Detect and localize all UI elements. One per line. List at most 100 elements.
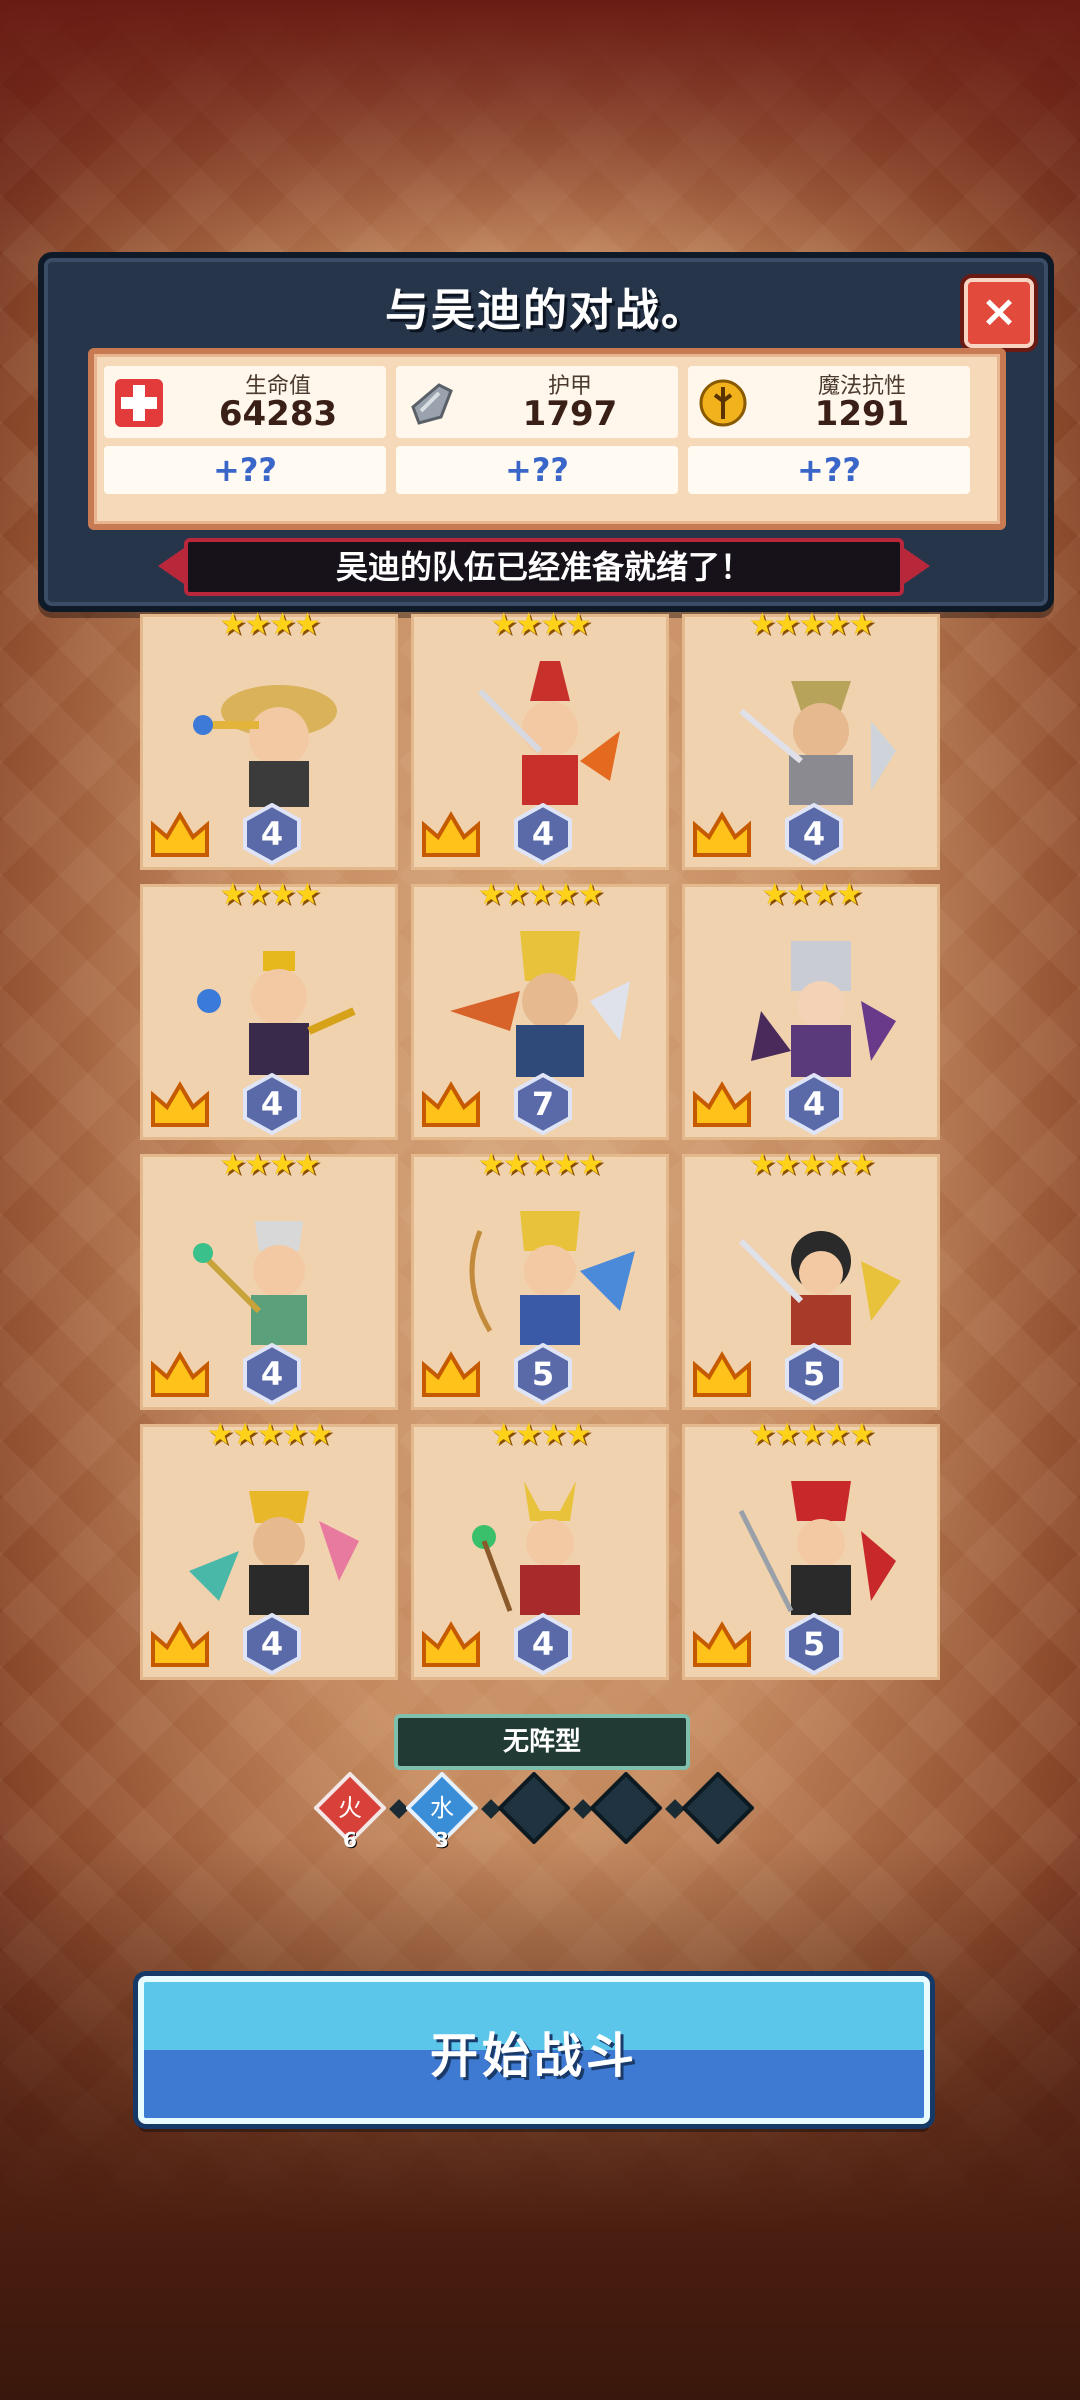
level-badge: 4	[241, 1612, 303, 1676]
star-rating: ★★★★	[219, 607, 321, 642]
level-badge: 4	[783, 802, 845, 866]
crown-icon	[422, 1351, 480, 1397]
crown-icon	[693, 1081, 751, 1127]
hero-portrait-icon	[472, 1481, 580, 1615]
crown-icon	[151, 1081, 209, 1127]
start-battle-button[interactable]: 开始战斗	[138, 1976, 930, 2124]
hero-portrait-icon	[751, 941, 896, 1077]
team-ready-banner: 吴迪的队伍已经准备就绪了！	[184, 538, 904, 596]
level-number: 4	[531, 815, 555, 853]
level-badge: 5	[783, 1342, 845, 1406]
level-badge: 4	[512, 802, 574, 866]
close-button[interactable]: ×	[964, 278, 1034, 348]
level-number: 7	[531, 1085, 555, 1123]
stat-bonus-armor: +??	[396, 446, 678, 494]
gem-glyph: 水	[430, 1794, 454, 1822]
crown-icon	[422, 811, 480, 857]
empty-gem-icon	[590, 1772, 662, 1844]
level-number: 5	[531, 1355, 555, 1393]
level-number: 4	[260, 1625, 284, 1663]
enemy-hero-grid: ★★★★ 4 ★★★★ 4 ★★★★★ 4 ★★★★ 4 ★★★★★ 7 ★★★…	[140, 607, 940, 1680]
gem-count: 6	[343, 1828, 357, 1852]
crown-icon	[693, 1621, 751, 1667]
hero-portrait-icon	[193, 1221, 307, 1345]
hero-card[interactable]: ★★★★★ 5	[411, 1147, 669, 1410]
hero-portrait-icon	[193, 685, 337, 807]
level-number: 4	[531, 1625, 555, 1663]
formation-label[interactable]: 无阵型	[394, 1714, 690, 1770]
hero-portrait-icon	[738, 1231, 901, 1345]
empty-gem-icon	[682, 1772, 754, 1844]
level-badge: 4	[783, 1072, 845, 1136]
star-rating: ★★★★	[219, 877, 321, 912]
level-badge: 4	[241, 1072, 303, 1136]
enemy-stats-box: 生命值 64283 护甲 1797 魔法抗性 1291 +?? +?? +??	[88, 348, 1006, 530]
star-rating: ★★★★	[219, 1147, 321, 1182]
star-rating: ★★★★★	[477, 1147, 604, 1182]
level-badge: 4	[241, 802, 303, 866]
level-number: 4	[260, 1085, 284, 1123]
level-number: 4	[260, 1355, 284, 1393]
hero-portrait-icon	[739, 681, 896, 805]
stat-value: 64283	[218, 394, 338, 434]
crown-icon	[151, 1351, 209, 1397]
level-badge: 5	[512, 1342, 574, 1406]
hero-card[interactable]: ★★★★★ 4	[682, 607, 940, 870]
hero-card[interactable]: ★★★★★ 4	[140, 1417, 398, 1680]
crown-icon	[151, 1621, 209, 1667]
stat-magic-resist: 魔法抗性 1291	[688, 366, 970, 438]
hero-portrait-icon	[197, 951, 356, 1075]
battle-title: 与吴迪的对战。	[385, 285, 707, 336]
level-number: 4	[260, 815, 284, 853]
star-rating: ★★★★★	[206, 1417, 333, 1452]
hero-card[interactable]: ★★★★ 4	[140, 607, 398, 870]
background-rocks-top	[0, 0, 1080, 260]
level-badge: 5	[783, 1612, 845, 1676]
hero-card[interactable]: ★★★★★ 7	[411, 877, 669, 1140]
level-badge: 4	[241, 1342, 303, 1406]
hero-portrait-icon	[450, 931, 630, 1077]
gem-glyph: 火	[338, 1794, 362, 1822]
stat-armor: 护甲 1797	[396, 366, 678, 438]
hero-card[interactable]: ★★★★★ 5	[682, 1147, 940, 1410]
star-rating: ★★★★	[490, 607, 592, 642]
star-rating: ★★★★★	[748, 1417, 875, 1452]
empty-gem-icon	[498, 1772, 570, 1844]
hero-portrait-icon	[738, 1481, 896, 1615]
hero-card[interactable]: ★★★★★ 5	[682, 1417, 940, 1680]
stat-health: 生命值 64283	[104, 366, 386, 438]
star-rating: ★★★★	[761, 877, 863, 912]
crown-icon	[693, 1351, 751, 1397]
hero-portrait-icon	[189, 1491, 359, 1615]
level-badge: 7	[512, 1072, 574, 1136]
battle-info-panel: 与吴迪的对战。 × 生命值 64283 护甲 1797 魔法抗性 1291 +?…	[38, 252, 1054, 612]
armor-shield-icon	[402, 374, 460, 432]
level-number: 5	[802, 1625, 826, 1663]
hero-card[interactable]: ★★★★ 4	[140, 877, 398, 1140]
hero-card[interactable]: ★★★★ 4	[411, 1417, 669, 1680]
hero-portrait-icon	[469, 1211, 635, 1345]
crown-icon	[422, 1081, 480, 1127]
hero-card[interactable]: ★★★★ 4	[682, 877, 940, 1140]
level-number: 4	[802, 815, 826, 853]
star-rating: ★★★★★	[477, 877, 604, 912]
element-gems-row: 火 6 水 3	[310, 1772, 770, 1862]
stat-value: 1797	[522, 394, 618, 434]
crown-icon	[151, 811, 209, 857]
stat-bonus-magic-resist: +??	[688, 446, 970, 494]
stat-bonus-health: +??	[104, 446, 386, 494]
star-rating: ★★★★★	[748, 607, 875, 642]
crown-icon	[693, 811, 751, 857]
start-battle-label: 开始战斗	[429, 2028, 638, 2084]
magic-resist-icon	[694, 374, 752, 432]
hero-portrait-icon	[477, 661, 620, 805]
level-number: 5	[802, 1355, 826, 1393]
hero-card[interactable]: ★★★★ 4	[140, 1147, 398, 1410]
level-badge: 4	[512, 1612, 574, 1676]
star-rating: ★★★★★	[748, 1147, 875, 1182]
stat-value: 1291	[814, 394, 910, 434]
crown-icon	[422, 1621, 480, 1667]
gem-count: 3	[435, 1828, 449, 1852]
level-number: 4	[802, 1085, 826, 1123]
hero-card[interactable]: ★★★★ 4	[411, 607, 669, 870]
